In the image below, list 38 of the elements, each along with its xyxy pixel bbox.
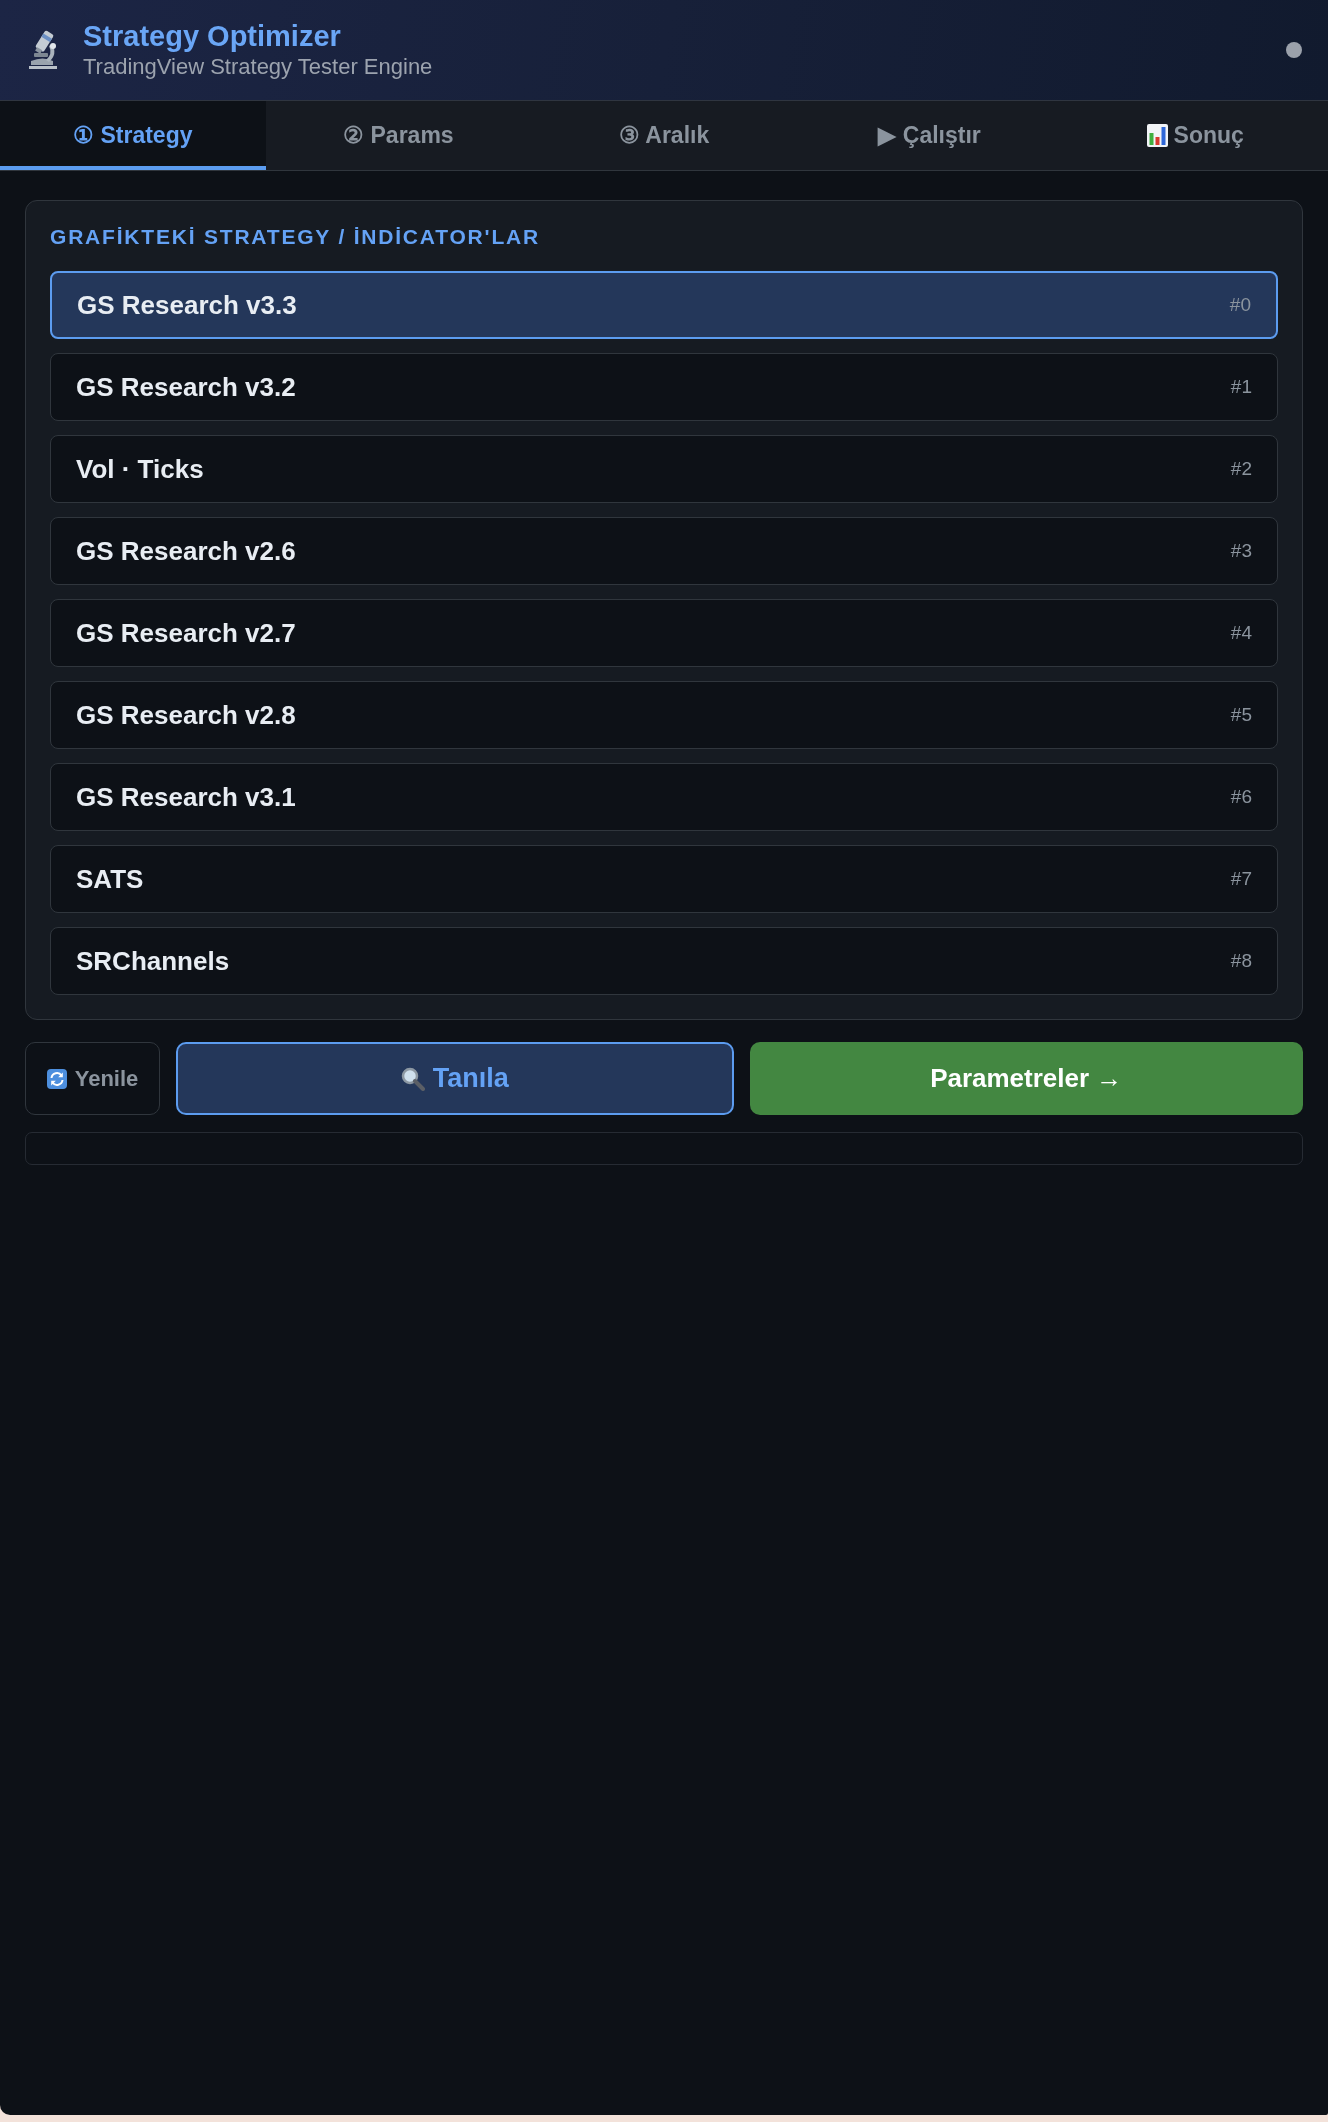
strategy-list-item[interactable]: GS Research v2.7 #4 — [50, 599, 1278, 667]
strategy-index: #4 — [1230, 622, 1252, 644]
strategy-index: #3 — [1230, 540, 1252, 562]
tab[interactable]: ① Strategy — [0, 101, 266, 170]
strategy-index: #5 — [1230, 704, 1252, 726]
strategy-name: GS Research v2.6 — [76, 535, 296, 567]
refresh-button[interactable]: Yenile — [25, 1042, 160, 1115]
strategy-name: Vol · Ticks — [76, 453, 204, 485]
app-subtitle: TradingView Strategy Tester Engine — [83, 54, 434, 80]
refresh-icon — [46, 1068, 67, 1089]
strategy-name: SRChannels — [76, 945, 230, 977]
bar-chart-icon — [1146, 123, 1168, 147]
strategy-list-item[interactable]: Vol · Ticks #2 — [50, 435, 1278, 503]
strategy-index: #8 — [1230, 950, 1252, 972]
strategy-list-item[interactable]: GS Research v3.1 #6 — [50, 763, 1278, 831]
strategy-name: GS Research v3.3 — [77, 289, 297, 321]
next-button[interactable]: Parametreler → — [749, 1042, 1303, 1115]
strategy-list-item[interactable]: GS Research v3.2 #1 — [50, 353, 1278, 421]
strategy-name: GS Research v3.1 — [76, 781, 296, 813]
strategy-index: #7 — [1230, 868, 1252, 890]
strategy-name: SATS — [76, 863, 144, 895]
strategy-index: #1 — [1230, 376, 1252, 398]
strategy-index: #2 — [1230, 458, 1252, 480]
section-heading: GRAFİKTEKİ STRATEGY / İNDİCATOR'LAR — [50, 224, 540, 250]
strategy-list-item[interactable]: SRChannels #8 — [50, 927, 1278, 995]
strategy-list-item[interactable]: GS Research v3.3 #0 — [50, 271, 1278, 339]
strategy-name: GS Research v2.7 — [76, 617, 296, 649]
strategy-name: GS Research v3.2 — [76, 371, 296, 403]
strategy-list-item[interactable]: GS Research v2.6 #3 — [50, 517, 1278, 585]
strategy-list-item[interactable]: SATS #7 — [50, 845, 1278, 913]
app-title: Strategy Optimizer — [83, 20, 342, 52]
search-icon — [400, 1066, 425, 1091]
strategy-list-item[interactable]: GS Research v2.8 #5 — [50, 681, 1278, 749]
strategy-index: #6 — [1230, 786, 1252, 808]
diagnose-button[interactable]: Tanıla — [176, 1042, 734, 1115]
strategy-index: #0 — [1229, 294, 1251, 316]
status-dot-icon — [1286, 42, 1302, 58]
strategy-name: GS Research v2.8 — [76, 699, 296, 731]
